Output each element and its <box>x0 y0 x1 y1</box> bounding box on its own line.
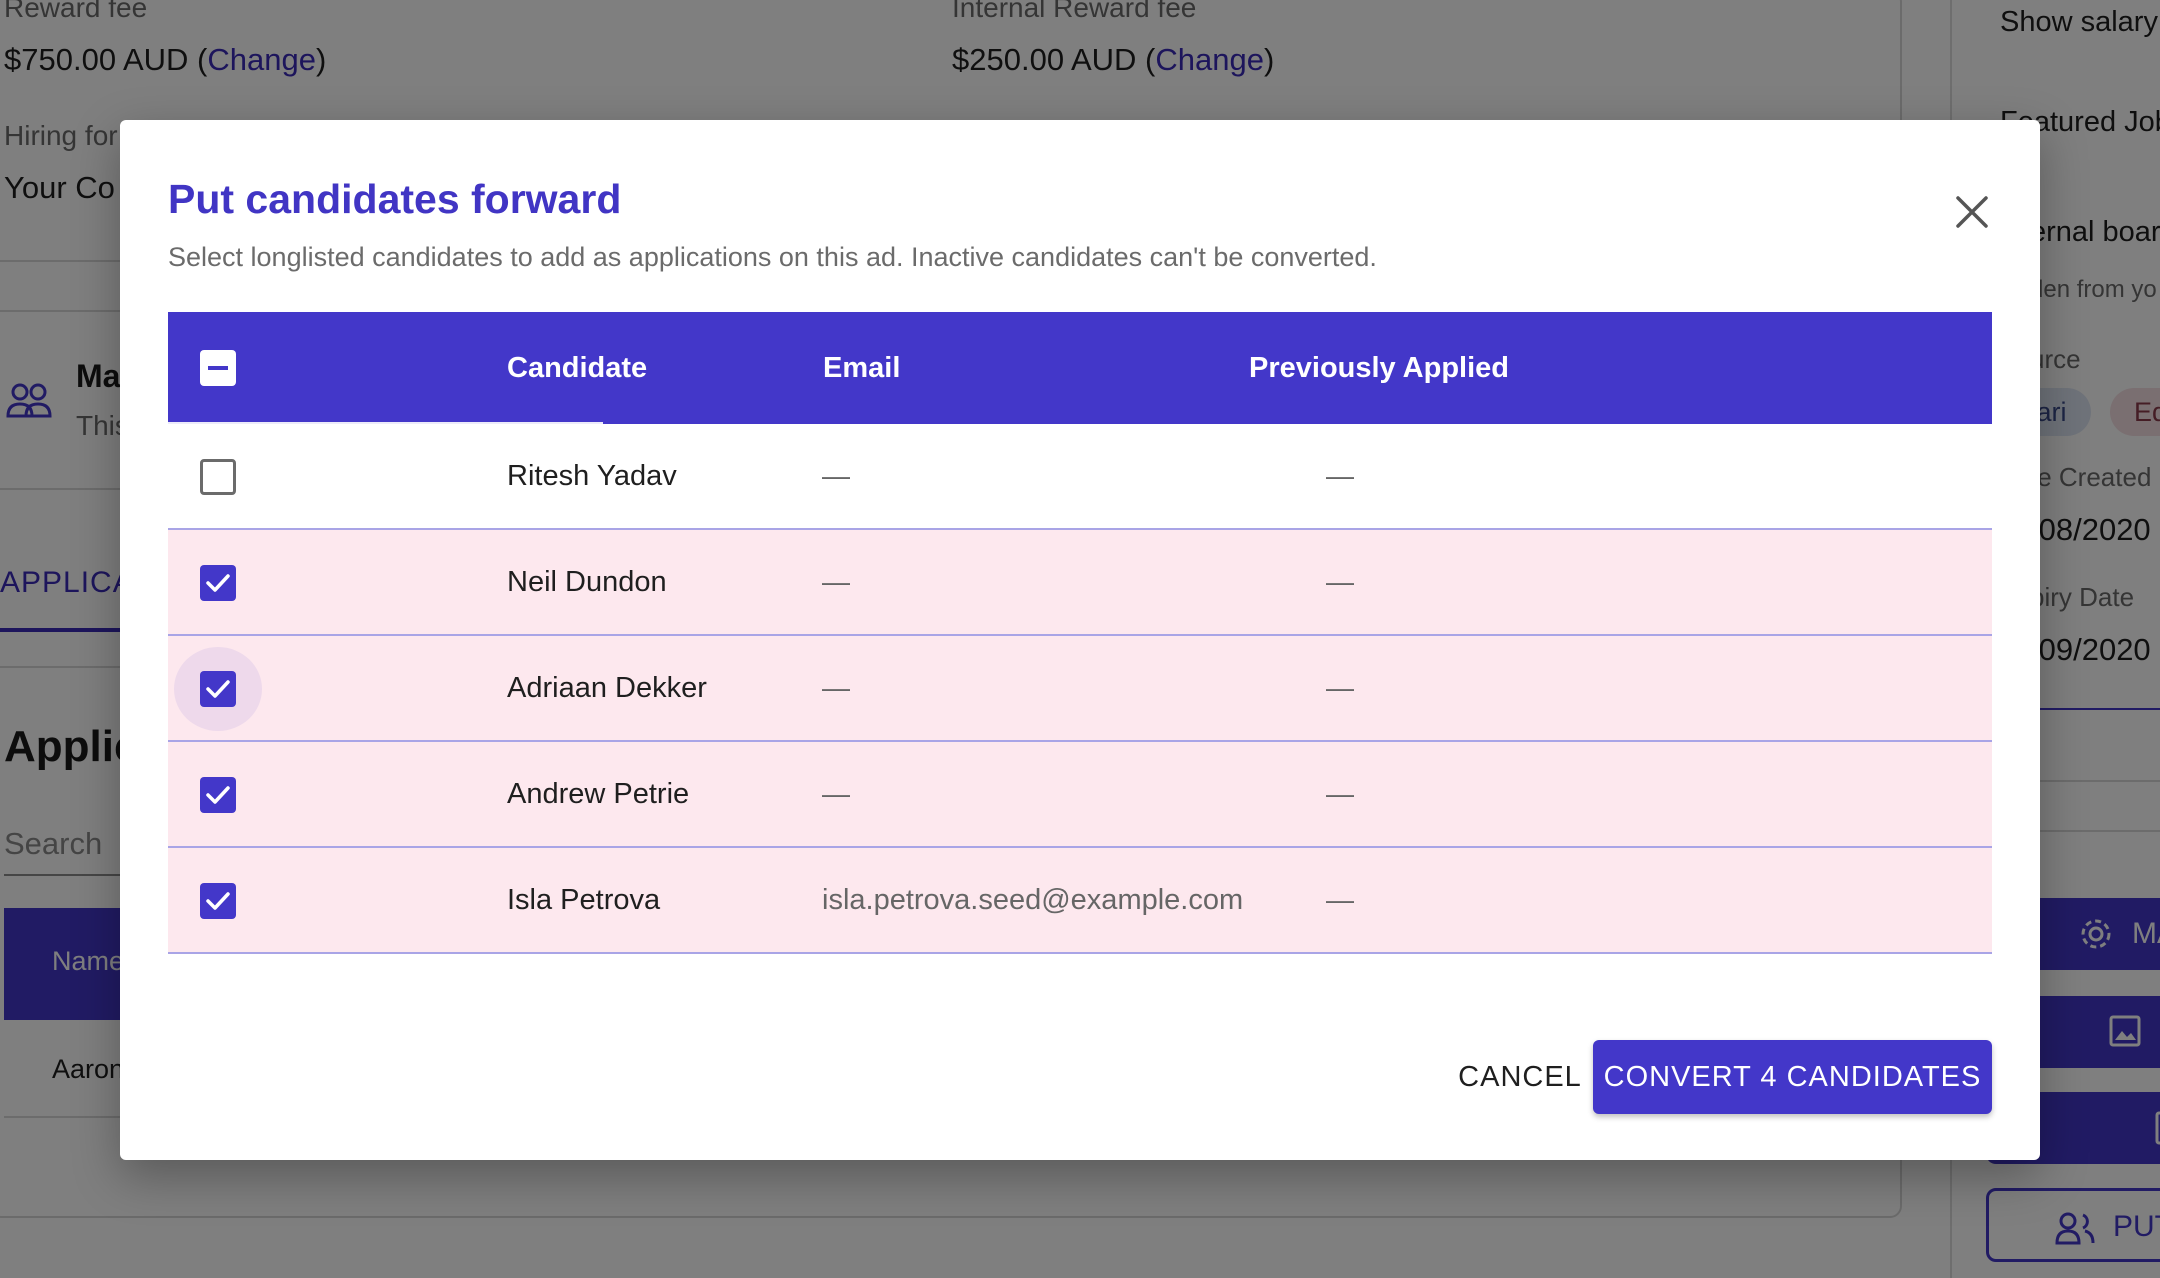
candidate-email: — <box>822 778 850 809</box>
row-checkbox[interactable] <box>200 883 236 919</box>
candidate-name: Isla Petrova <box>507 884 661 916</box>
check-icon <box>206 680 230 698</box>
close-button[interactable] <box>1936 176 2008 248</box>
column-candidate[interactable]: Candidate <box>507 312 647 424</box>
row-checkbox[interactable] <box>200 565 236 601</box>
candidates-table: Candidate Email Previously Applied Rites… <box>168 312 1992 954</box>
candidate-name: Ritesh Yadav <box>507 460 677 492</box>
candidate-previously-applied: — <box>1326 672 1354 703</box>
row-checkbox[interactable] <box>200 459 236 495</box>
check-icon <box>206 786 230 804</box>
candidate-name: Andrew Petrie <box>507 778 690 810</box>
dialog-subtitle: Select longlisted candidates to add as a… <box>168 242 1377 272</box>
table-row[interactable]: Andrew Petrie — — <box>168 742 1992 848</box>
select-all-checkbox[interactable] <box>200 350 236 386</box>
candidate-name: Adriaan Dekker <box>507 672 707 704</box>
column-previously-applied[interactable]: Previously Applied <box>1249 312 1509 424</box>
convert-candidates-button[interactable]: CONVERT 4 CANDIDATES <box>1593 1040 1992 1114</box>
candidate-name: Neil Dundon <box>507 566 667 598</box>
cancel-button[interactable]: CANCEL <box>1440 1040 1600 1114</box>
dialog-title: Put candidates forward <box>168 176 622 222</box>
table-row[interactable]: Ritesh Yadav — — <box>168 424 1992 530</box>
candidate-previously-applied: — <box>1326 884 1354 915</box>
indeterminate-icon <box>208 366 228 370</box>
row-checkbox[interactable] <box>200 777 236 813</box>
candidate-previously-applied: — <box>1326 778 1354 809</box>
candidate-email: — <box>822 460 850 491</box>
row-checkbox[interactable] <box>200 671 236 707</box>
table-row[interactable]: Adriaan Dekker — — <box>168 636 1992 742</box>
put-candidates-forward-dialog: Put candidates forward Select longlisted… <box>120 120 2040 1160</box>
candidate-email: — <box>822 566 850 597</box>
check-icon <box>206 892 230 910</box>
table-row[interactable]: Neil Dundon — — <box>168 530 1992 636</box>
table-header: Candidate Email Previously Applied <box>168 312 1992 424</box>
close-icon <box>1956 196 1988 228</box>
candidate-previously-applied: — <box>1326 460 1354 491</box>
check-icon <box>206 574 230 592</box>
candidate-email: isla.petrova.seed@example.com <box>822 884 1244 916</box>
column-email[interactable]: Email <box>823 312 900 424</box>
candidate-previously-applied: — <box>1326 566 1354 597</box>
candidate-email: — <box>822 672 850 703</box>
table-row[interactable]: Isla Petrova isla.petrova.seed@example.c… <box>168 848 1992 954</box>
